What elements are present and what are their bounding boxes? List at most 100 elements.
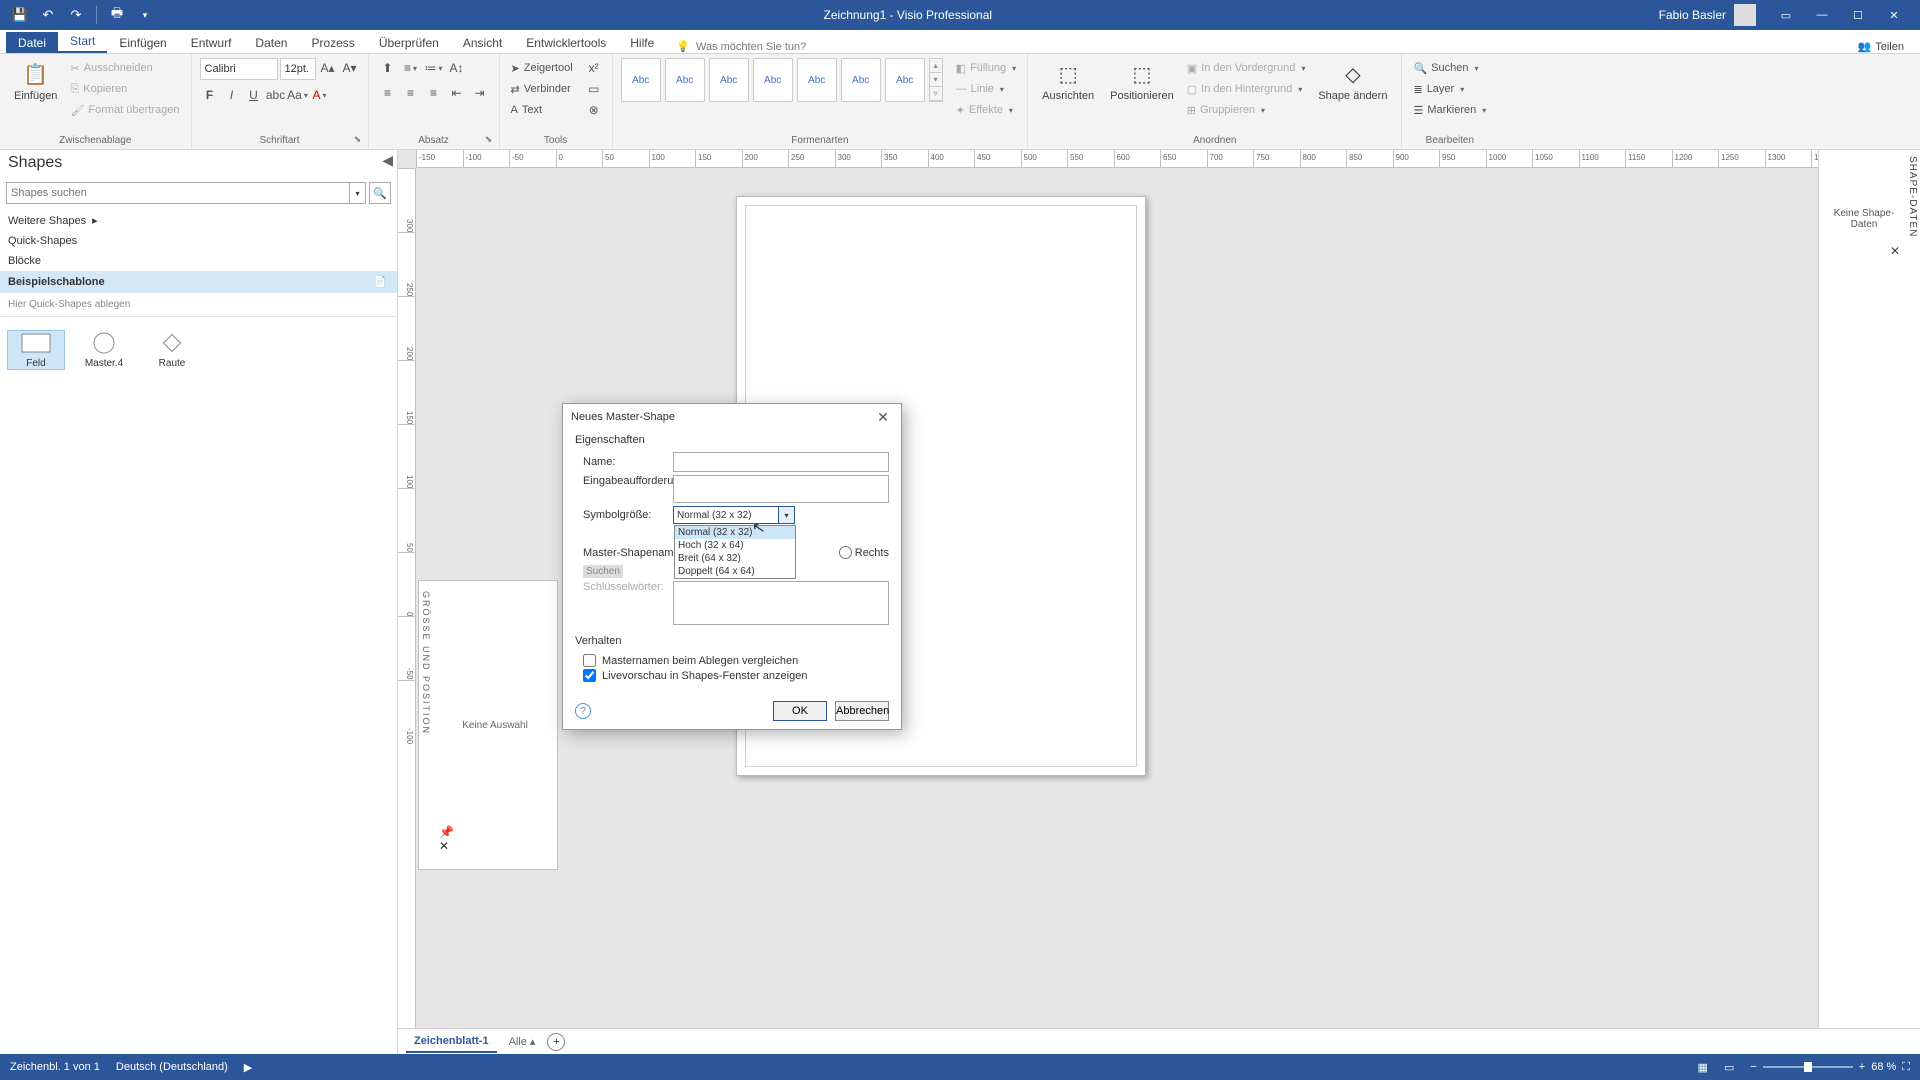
check-match-names[interactable] — [583, 654, 596, 667]
shapes-search-input[interactable] — [6, 182, 350, 204]
launcher-icon[interactable]: ⬊ — [352, 134, 364, 146]
select-button[interactable]: ☰Markieren — [1410, 100, 1489, 120]
qat-more-icon[interactable]: ▾ — [133, 3, 157, 27]
pointer-tool[interactable]: ➤Zeigertool — [508, 58, 576, 78]
bring-front-button[interactable]: ▣In den Vordergrund — [1184, 58, 1309, 78]
fill-button[interactable]: ◧Füllung — [953, 58, 1020, 78]
style-thumb[interactable]: Abc — [885, 58, 925, 102]
quick-shapes-link[interactable]: Quick-Shapes — [0, 231, 397, 251]
x-tool-icon[interactable]: x² — [584, 58, 604, 78]
cut-button[interactable]: ✂Ausschneiden — [67, 58, 182, 78]
bold-icon[interactable]: F — [200, 85, 220, 105]
shape-master4[interactable]: Master.4 — [76, 331, 132, 369]
zoom-slider[interactable] — [1763, 1066, 1853, 1068]
zoom-out-icon[interactable]: − — [1750, 1061, 1756, 1073]
paste-button[interactable]: 📋 Einfügen — [8, 58, 63, 104]
print-icon[interactable]: 🖶 — [105, 3, 129, 27]
name-input[interactable] — [673, 452, 889, 472]
chevron-down-icon[interactable]: ▾ — [778, 507, 794, 523]
dropdown-option[interactable]: Normal (32 x 32) — [675, 526, 795, 539]
help-icon[interactable]: ? — [575, 703, 591, 719]
effects-button[interactable]: ✦Effekte — [953, 100, 1020, 120]
copy-button[interactable]: ⎘Kopieren — [67, 79, 182, 99]
tab-design[interactable]: Entwurf — [179, 32, 244, 53]
font-color-icon[interactable]: A — [310, 85, 330, 105]
more-shapes-link[interactable]: Weitere Shapes▸ — [0, 210, 397, 231]
bullets-icon[interactable]: ≡ — [400, 58, 422, 78]
shape-feld[interactable]: Feld — [8, 331, 64, 369]
zoom-value[interactable]: 68 % — [1871, 1061, 1896, 1073]
blocks-link[interactable]: Blöcke — [0, 251, 397, 271]
numbering-icon[interactable]: ≔ — [423, 58, 445, 78]
align-button[interactable]: ⬚Ausrichten — [1036, 58, 1100, 104]
style-thumb[interactable]: Abc — [753, 58, 793, 102]
style-thumb[interactable]: Abc — [709, 58, 749, 102]
pin-icon[interactable]: 📌✕ — [439, 825, 454, 853]
dropdown-option[interactable]: Doppelt (64 x 64) — [675, 565, 795, 578]
close-icon[interactable]: ✕ — [1876, 0, 1912, 30]
tell-me[interactable]: 💡 Was möchten Sie tun? — [666, 40, 816, 53]
shape-raute[interactable]: Raute — [144, 331, 200, 369]
change-shape-button[interactable]: ◇Shape ändern — [1312, 58, 1393, 104]
launcher-icon[interactable]: ⬊ — [483, 134, 495, 146]
redo-icon[interactable]: ↷ — [64, 3, 88, 27]
minimize-icon[interactable]: — — [1804, 0, 1840, 30]
view-presentation-icon[interactable]: ▭ — [1724, 1061, 1734, 1074]
tab-file[interactable]: Datei — [6, 32, 58, 53]
all-pages[interactable]: Alle▴ — [509, 1035, 536, 1048]
grow-font-icon[interactable]: A▴ — [318, 58, 338, 78]
tab-help[interactable]: Hilfe — [618, 32, 666, 53]
style-thumb[interactable]: Abc — [841, 58, 881, 102]
strike-icon[interactable]: abc — [266, 85, 286, 105]
ribbon-options-icon[interactable]: ▭ — [1768, 0, 1804, 30]
format-painter-button[interactable]: 🖌Format übertragen — [67, 100, 182, 120]
font-name[interactable]: Calibri — [200, 58, 278, 80]
group-button[interactable]: ⊞Gruppieren — [1184, 100, 1309, 120]
rect-tool-icon[interactable]: ▭ — [584, 79, 604, 99]
tab-start[interactable]: Start — [58, 30, 107, 53]
view-normal-icon[interactable]: ▦ — [1698, 1061, 1708, 1074]
gallery-nav[interactable]: ▴▾▿ — [929, 58, 943, 102]
tab-developer[interactable]: Entwicklertools — [514, 32, 618, 53]
tab-insert[interactable]: Einfügen — [107, 32, 178, 53]
dropdown-option[interactable]: Hoch (32 x 64) — [675, 539, 795, 552]
line-button[interactable]: —Linie — [953, 79, 1020, 99]
collapse-icon[interactable]: ◀ — [382, 152, 393, 169]
find-button[interactable]: 🔍Suchen — [1410, 58, 1489, 78]
tab-process[interactable]: Prozess — [299, 32, 366, 53]
search-dropdown-icon[interactable]: ▾ — [350, 182, 366, 204]
check-live-preview[interactable] — [583, 669, 596, 682]
tab-review[interactable]: Überprüfen — [367, 32, 451, 53]
send-back-button[interactable]: ▢In den Hintergrund — [1184, 79, 1309, 99]
search-go-icon[interactable]: 🔍 — [369, 182, 391, 204]
save-icon[interactable]: 💾 — [8, 3, 32, 27]
layer-button[interactable]: ≣Layer — [1410, 79, 1489, 99]
underline-icon[interactable]: U — [244, 85, 264, 105]
italic-icon[interactable]: I — [222, 85, 242, 105]
align-top-icon[interactable]: ⬆ — [377, 58, 399, 78]
language[interactable]: Deutsch (Deutschland) — [116, 1061, 228, 1073]
add-page-icon[interactable]: + — [547, 1033, 565, 1051]
share-button[interactable]: 👥 Teilen — [1848, 40, 1914, 53]
radio-right[interactable]: Rechts — [839, 546, 889, 559]
edit-stencil-icon[interactable]: 📄 — [373, 275, 389, 289]
connector-tool[interactable]: ⇄Verbinder — [508, 79, 576, 99]
style-thumb[interactable]: Abc — [621, 58, 661, 102]
font-size[interactable]: 12pt. — [280, 58, 316, 80]
indent-out-icon[interactable]: ⇤ — [446, 83, 468, 103]
dialog-close-icon[interactable]: ✕ — [873, 409, 893, 426]
align-left-icon[interactable]: ≡ — [377, 83, 399, 103]
ok-button[interactable]: OK — [773, 701, 827, 721]
align-center-icon[interactable]: ≡ — [400, 83, 422, 103]
zoom-in-icon[interactable]: + — [1859, 1061, 1865, 1073]
sample-stencil-link[interactable]: Beispielschablone📄 — [0, 271, 397, 293]
prompt-input[interactable] — [673, 475, 889, 503]
indent-in-icon[interactable]: ⇥ — [469, 83, 491, 103]
avatar[interactable] — [1734, 4, 1756, 26]
macro-icon[interactable]: ▶ — [244, 1061, 252, 1074]
close-panel-icon[interactable]: ✕ — [1890, 244, 1900, 258]
style-thumb[interactable]: Abc — [797, 58, 837, 102]
keywords-input[interactable] — [673, 581, 889, 625]
text-tool[interactable]: AText — [508, 100, 576, 120]
cancel-button[interactable]: Abbrechen — [835, 701, 889, 721]
